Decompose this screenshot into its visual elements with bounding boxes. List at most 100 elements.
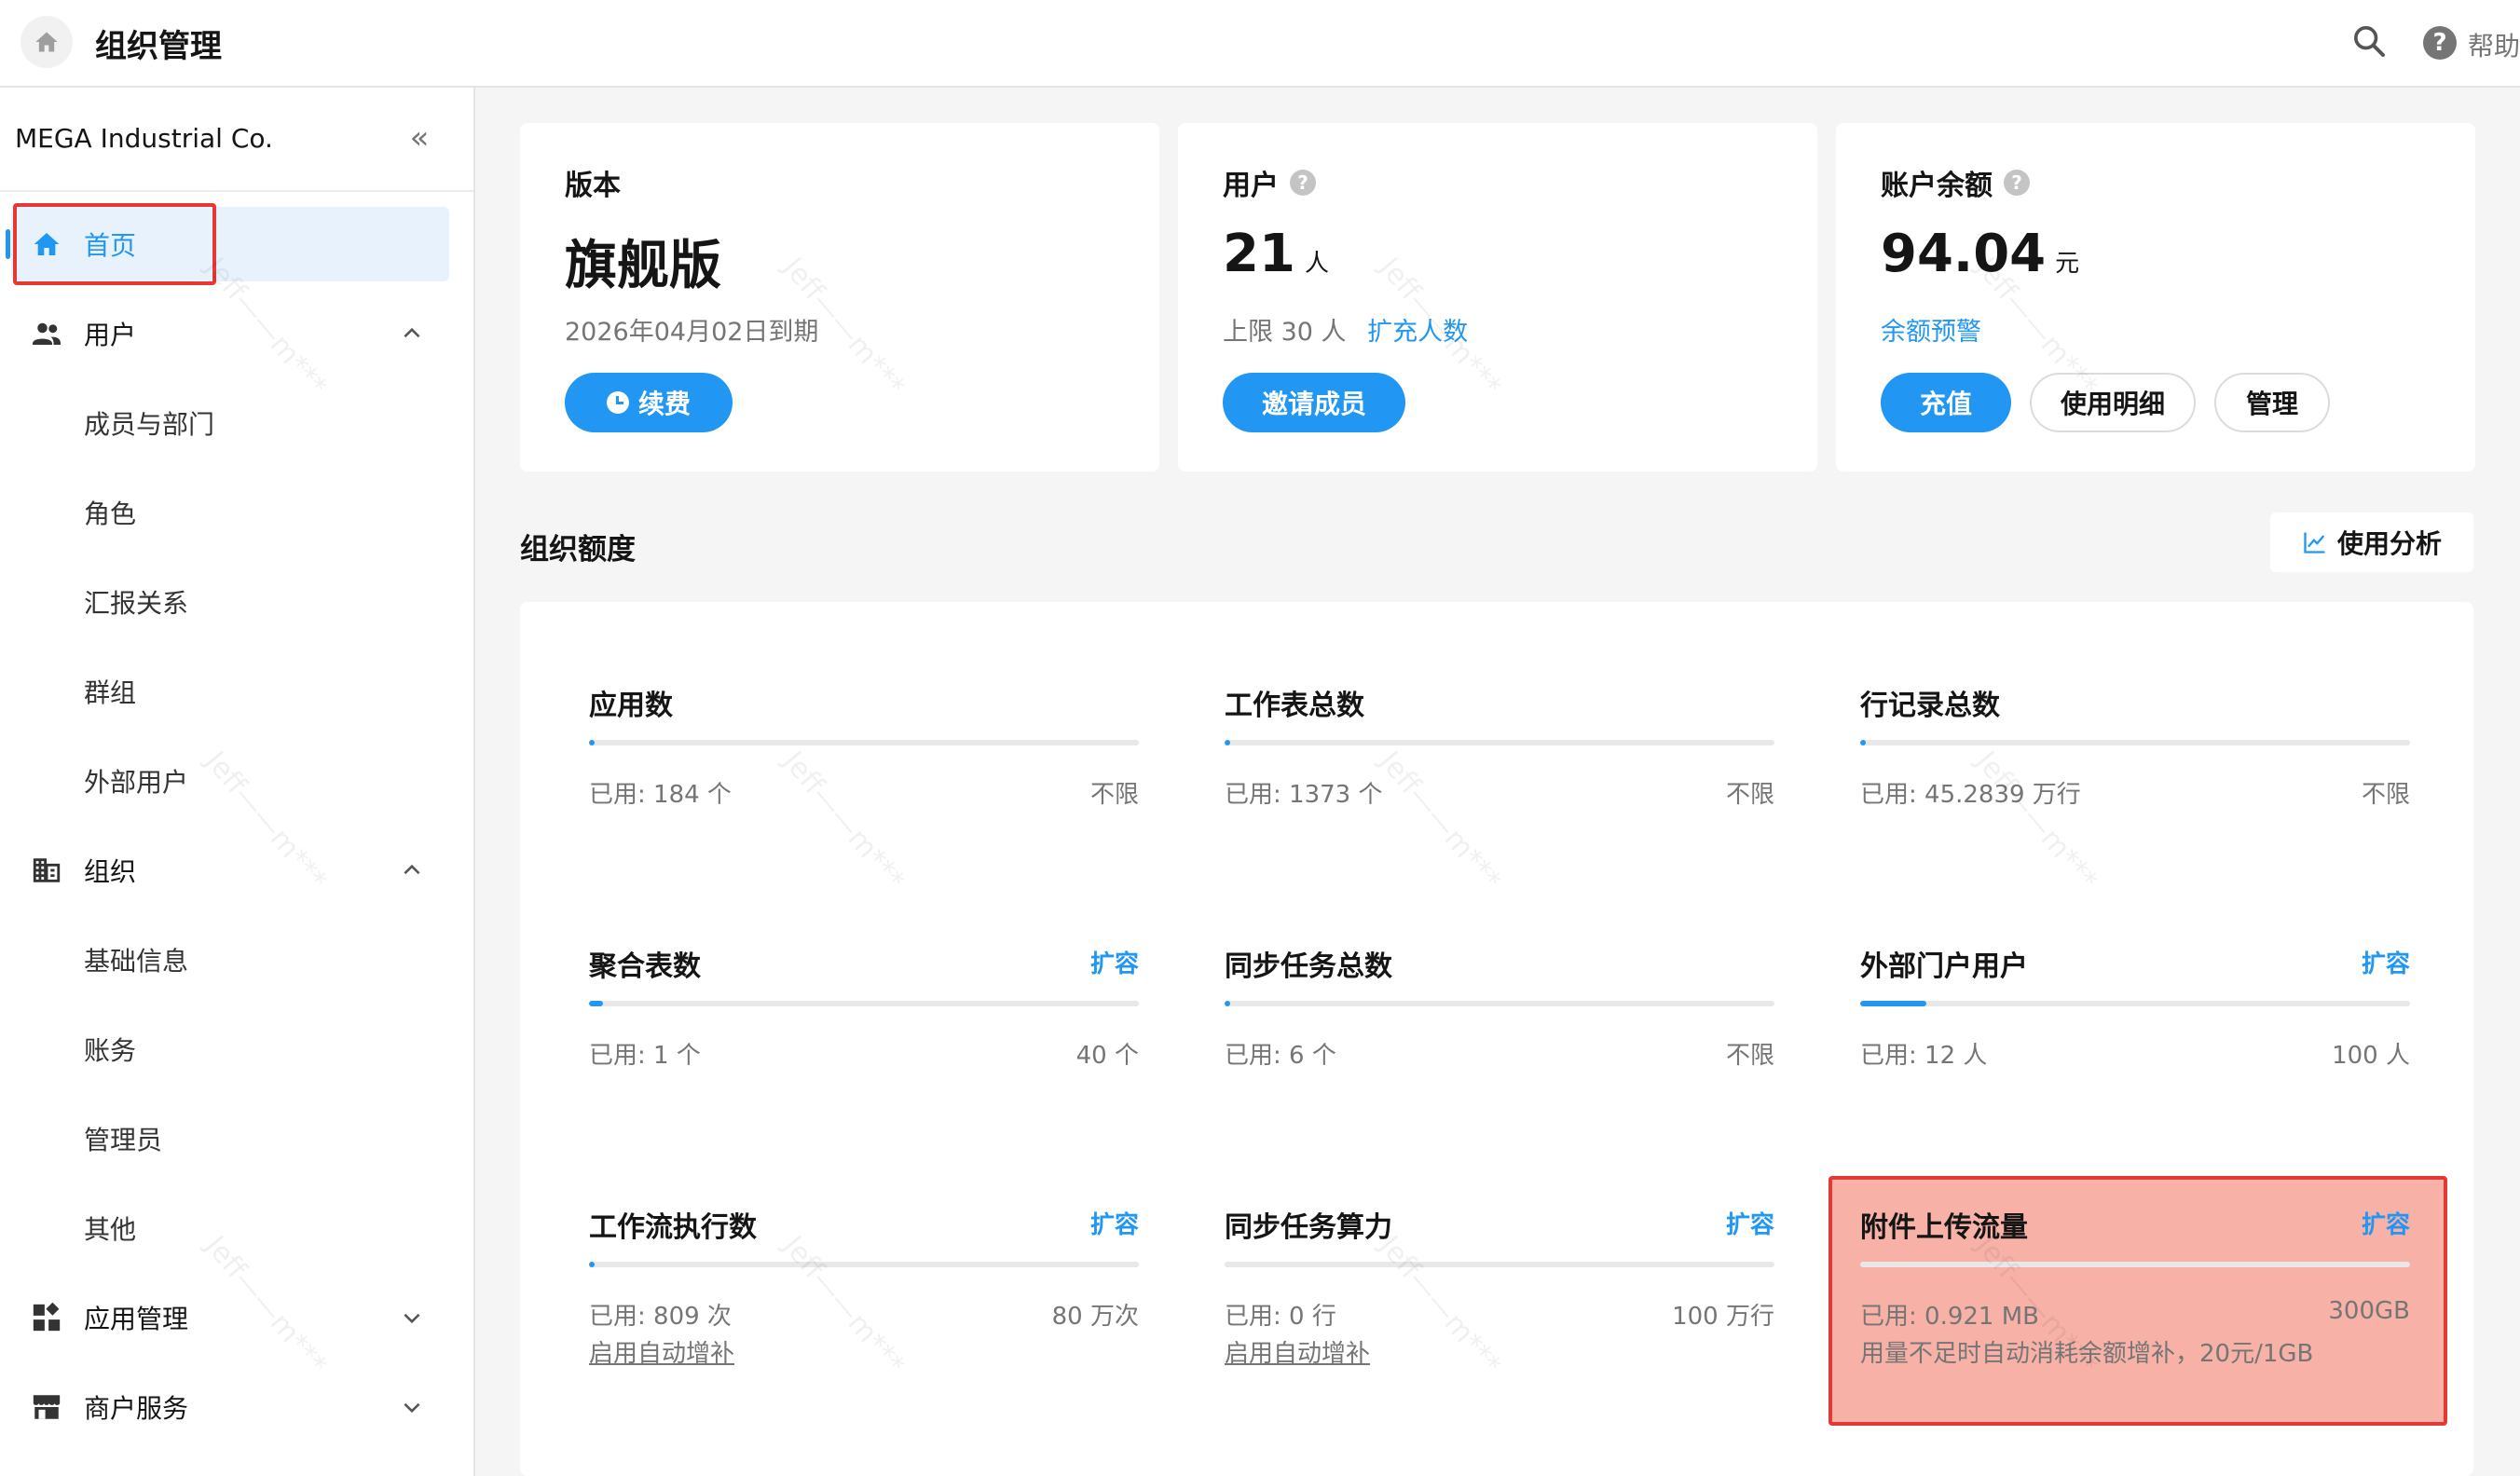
quota-used: 已用: 184 个 [589,781,732,809]
balance-amount: 94.04 [1881,224,2047,284]
quota-used: 已用: 0 行 [1225,1303,1336,1331]
expiry-text: 2026年04月02日到期 [565,318,819,347]
quota-note: 用量不足时自动消耗余额增补，20元/1GB [1860,1340,2314,1368]
usage-analysis-label: 使用分析 [2336,528,2442,559]
sidebar-item-basic-info[interactable]: 基础信息 [0,922,473,997]
chevron-down-icon[interactable] [397,1392,427,1422]
quota-progress-fill [1225,740,1230,745]
quota-name: 工作流执行数 [589,1211,757,1244]
card-title: 账户余额 ? [1881,162,2030,203]
quota-used: 已用: 1 个 [589,1042,701,1070]
edition-card: 版本 旗舰版 2026年04月02日到期 续费 [520,123,1159,472]
chevron-up-icon[interactable] [397,319,427,348]
card-title: 用户 ? [1223,162,1316,203]
quota-progress-bar [1225,740,1774,745]
sidebar-item-label: 其他 [84,1214,137,1245]
sidebar-item-label: 商户服务 [84,1393,189,1424]
quota-name: 应用数 [589,690,673,722]
quota-progress-bar [1225,1001,1774,1006]
sidebar-item-label: 应用管理 [84,1304,189,1334]
quota-item-attachment-traffic: 附件上传流量 扩容 已用: 0.921 MB 300GB 用量不足时自动消耗余额… [1860,1204,2410,1418]
manage-button[interactable]: 管理 [2214,373,2330,432]
balance-alert-row: 余额预警 [1881,311,1981,348]
expand-link[interactable]: 扩容 [2362,1206,2410,1240]
expand-link[interactable]: 扩容 [2362,945,2410,979]
home-icon [35,32,58,52]
card-title-text: 账户余额 [1881,170,1993,202]
chevron-down-icon[interactable] [397,1303,427,1332]
quota-progress-bar [1860,1001,2410,1006]
apps-icon [30,1301,63,1334]
quota-name: 工作表总数 [1225,690,1364,722]
renew-label: 续费 [637,389,691,419]
edition-value: 旗舰版 [565,236,721,296]
highlight-outline [13,203,216,285]
usage-analysis-button[interactable]: 使用分析 [2270,512,2473,572]
sidebar-item-groups[interactable]: 群组 [0,654,473,729]
page-title: 组织管理 [95,28,222,65]
quota-name: 外部门户用户 [1860,950,2028,983]
quota-limit: 100 万行 [1672,1303,1774,1331]
sidebar-item-label: 管理员 [84,1125,163,1155]
question-icon[interactable]: ? [1290,170,1316,196]
expand-users-link[interactable]: 扩充人数 [1367,318,1468,347]
quota-limit: 40 个 [1075,1042,1139,1070]
quota-progress-bar [1225,1262,1774,1267]
sidebar-item-roles[interactable]: 角色 [0,475,473,550]
sidebar-item-organization[interactable]: 组织 [0,833,473,908]
sidebar-item-other[interactable]: 其他 [0,1191,473,1265]
sidebar-item-reporting[interactable]: 汇报关系 [0,565,473,639]
chevron-up-icon[interactable] [397,855,427,885]
help-icon[interactable]: ? [2423,26,2457,60]
quota-used: 已用: 0.921 MB [1860,1303,2039,1331]
invite-member-button[interactable]: 邀请成员 [1223,373,1405,432]
quota-name: 聚合表数 [589,950,701,983]
quota-item-portal-users: 外部门户用户 扩容 已用: 12 人 100 人 [1860,943,2410,1157]
balance-alert-link[interactable]: 余额预警 [1881,318,1981,347]
users-count: 21 [1223,224,1295,284]
quota-item-workflow-runs: 工作流执行数 扩容 已用: 809 次 80 万次 启用自动增补 [589,1204,1139,1418]
line-chart-icon [2304,532,2325,554]
sidebar-item-app-management[interactable]: 应用管理 [0,1280,473,1355]
active-indicator [6,229,10,259]
quota-limit: 300GB [2328,1297,2410,1325]
sidebar-item-billing[interactable]: 账务 [0,1012,473,1086]
quota-item-sync-compute: 同步任务算力 扩容 已用: 0 行 100 万行 启用自动增补 [1225,1204,1774,1418]
expand-link[interactable]: 扩容 [1726,1206,1774,1240]
quota-item-aggregate-tables: 聚合表数 扩容 已用: 1 个 40 个 [589,943,1139,1157]
quota-name: 行记录总数 [1860,690,2000,722]
renew-button[interactable]: 续费 [565,373,733,432]
expand-link[interactable]: 扩容 [1090,945,1139,979]
quota-limit: 不限 [1089,781,1139,809]
quota-name: 同步任务算力 [1225,1211,1392,1244]
enable-auto-topup-link[interactable]: 启用自动增补 [1225,1334,1370,1369]
quota-progress-bar [589,1001,1139,1006]
sidebar-item-admins[interactable]: 管理员 [0,1101,473,1176]
sidebar-item-merchant-services[interactable]: 商户服务 [0,1370,473,1444]
sidebar-item-label: 组织 [84,856,137,887]
search-icon[interactable] [2350,22,2388,60]
home-button[interactable] [21,16,73,68]
recharge-button[interactable]: 充值 [1881,373,2011,432]
users-limit: 上限 30 人 [1223,318,1347,347]
sidebar-item-label: 账务 [84,1035,137,1066]
quota-progress-fill [1860,1001,1926,1006]
org-name: MEGA Industrial Co. [15,123,273,154]
sidebar-item-label: 外部用户 [84,767,189,798]
expand-link[interactable]: 扩容 [1090,1206,1139,1240]
question-icon[interactable]: ? [2004,170,2030,196]
help-label[interactable]: 帮助 [2468,26,2520,63]
users-icon [30,317,63,350]
quota-name: 同步任务总数 [1225,950,1392,983]
collapse-sidebar-icon[interactable]: « [403,121,436,155]
store-icon [30,1390,63,1424]
sidebar-item-users[interactable]: 用户 [0,296,473,371]
enable-auto-topup-link[interactable]: 启用自动增补 [589,1334,734,1369]
quota-progress-fill [589,740,595,745]
quota-used: 已用: 1373 个 [1225,781,1383,809]
quota-used: 已用: 45.2839 万行 [1860,781,2081,809]
usage-details-button[interactable]: 使用明细 [2030,373,2196,432]
sidebar-item-members[interactable]: 成员与部门 [0,386,473,460]
quota-limit: 不限 [2361,781,2410,809]
sidebar-item-external-users[interactable]: 外部用户 [0,744,473,818]
